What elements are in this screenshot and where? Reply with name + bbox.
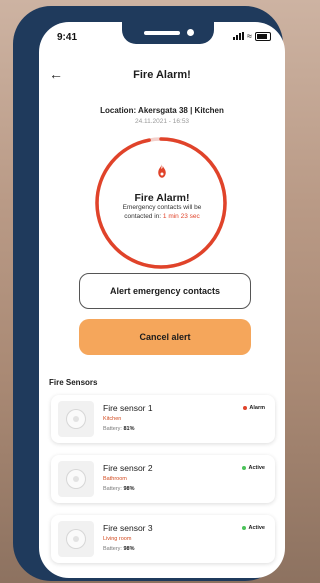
sensor-battery: Battery: 98%: [103, 486, 135, 492]
smoke-detector-icon: [58, 521, 94, 557]
sensor-battery: Battery: 98%: [103, 546, 135, 552]
speaker-icon: [144, 31, 180, 35]
sensor-room: Kitchen: [103, 416, 122, 422]
status-dot-icon: [243, 406, 248, 410]
sensor-card[interactable]: Fire sensor 1 Kitchen Battery: 81% Alarm: [51, 395, 275, 443]
sensors-section-title: Fire Sensors: [49, 378, 98, 387]
status-label: Active: [248, 465, 265, 471]
battery-label: Battery:: [103, 486, 122, 492]
sensor-room: Living room: [103, 536, 132, 542]
battery-label: Battery:: [103, 426, 122, 432]
status-time: 9:41: [57, 32, 78, 43]
alert-contacts-button[interactable]: Alert emergency contacts: [79, 273, 251, 309]
sensor-card[interactable]: Fire sensor 3 Living room Battery: 98% A…: [51, 515, 275, 563]
status-badge: Alarm: [243, 405, 265, 411]
phone-notch: [122, 22, 214, 44]
sensor-battery: Battery: 81%: [103, 426, 135, 432]
sensor-card[interactable]: Fire sensor 2 Bathroom Battery: 98% Acti…: [51, 455, 275, 503]
status-badge: Active: [242, 525, 265, 531]
camera-icon: [187, 29, 194, 36]
status-bar: 9:41 ≈: [39, 22, 285, 48]
app-screen: 9:41 ≈ ← Fire Alarm! Location: Akersgata…: [39, 22, 285, 578]
page-title: Fire Alarm!: [133, 69, 191, 81]
status-icons: ≈: [233, 31, 271, 41]
cancel-alert-button[interactable]: Cancel alert: [79, 319, 251, 355]
status-label: Active: [248, 525, 265, 531]
phone-frame: 9:41 ≈ ← Fire Alarm! Location: Akersgata…: [13, 6, 285, 581]
signal-icon: [233, 32, 245, 40]
status-badge: Active: [242, 465, 265, 471]
status-label: Alarm: [249, 405, 265, 411]
sensor-name: Fire sensor 1: [103, 403, 153, 413]
alarm-timestamp: 24.11.2021 - 16:53: [134, 118, 190, 125]
status-dot-icon: [242, 466, 247, 470]
alarm-title: Fire Alarm!: [134, 192, 190, 204]
sensor-name: Fire sensor 2: [103, 463, 153, 473]
battery-value: 98%: [123, 546, 135, 552]
top-bar: ← Fire Alarm!: [39, 66, 285, 86]
battery-value: 81%: [123, 426, 135, 432]
smoke-detector-icon: [58, 461, 94, 497]
sensor-room: Bathroom: [103, 476, 127, 482]
status-dot-icon: [242, 526, 247, 530]
battery-label: Battery:: [103, 546, 122, 552]
battery-icon: [255, 31, 271, 41]
location-text: Location: Akersgata 38 | Kitchen: [100, 106, 224, 115]
alarm-message: Emergency contacts will be contacted in:…: [109, 204, 215, 221]
wifi-icon: ≈: [247, 31, 252, 41]
countdown-text: 1 min 23 sec: [162, 212, 200, 220]
smoke-detector-icon: [58, 401, 94, 437]
flame-icon: [158, 163, 166, 178]
battery-value: 98%: [123, 486, 135, 492]
sensor-name: Fire sensor 3: [103, 523, 153, 533]
